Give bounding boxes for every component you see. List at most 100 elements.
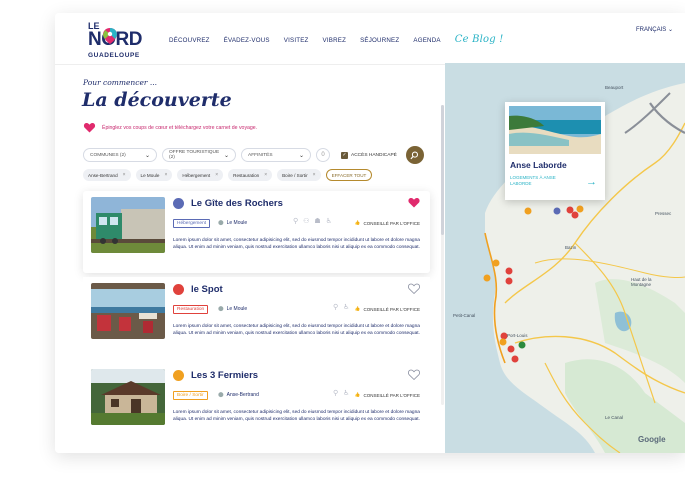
offre-label: OFFRE TOURISTIQUE (2)	[169, 150, 220, 160]
recommended-badge: 👍 CONSEILLÉ PAR L'OFFICE	[355, 392, 420, 398]
tag-restauration[interactable]: Restauration ×	[228, 169, 273, 181]
listing-location: ⬤ Anse-Bertrand	[218, 392, 259, 398]
close-icon[interactable]: ×	[164, 172, 167, 178]
favorite-heart-icon[interactable]	[408, 197, 420, 208]
tag-label: Le Moule	[140, 172, 160, 178]
popup-link[interactable]: LOGEMENTS À ANSE LABORDE	[510, 175, 570, 187]
main-nav: DÉCOUVREZ ÉVADEZ-VOUS VISITEZ VIBREZ SÉJ…	[169, 34, 517, 45]
logo-region: GUADELOUPE	[88, 52, 140, 59]
search-button[interactable]	[405, 146, 424, 164]
listing-photo	[91, 283, 165, 339]
results-scrollbar[interactable]	[441, 105, 444, 405]
favorite-heart-icon[interactable]	[408, 283, 420, 294]
tag-anse-bertrand[interactable]: Anse-Bertrand ×	[83, 169, 131, 181]
close-icon[interactable]: ×	[215, 172, 218, 178]
listing-town: Le Moule	[226, 306, 248, 312]
wheelchair-icon: ♿	[343, 390, 350, 397]
nav-visitez[interactable]: VISITEZ	[284, 37, 309, 45]
communes-label: COMMUNES (2)	[90, 152, 126, 158]
language-selector[interactable]: FRANÇAIS ⌄	[636, 26, 673, 33]
check-icon: ✓	[341, 151, 348, 159]
nav-decouvrez[interactable]: DÉCOUVREZ	[169, 37, 210, 45]
listing-title[interactable]: Les 3 Fermiers	[191, 370, 258, 381]
wheelchair-icon: ♿	[343, 304, 350, 311]
scrollbar-thumb[interactable]	[441, 105, 444, 235]
listing-card[interactable]: le Spot Restauration ⬤ Le Moule ⚲ ♿ 👍 CONSE…	[83, 277, 430, 359]
map-label: Le Canal	[605, 415, 624, 420]
listing-title[interactable]: Le Gîte des Rochers	[191, 198, 283, 209]
nav-evadez-vous[interactable]: ÉVADEZ-VOUS	[224, 37, 270, 45]
page-title: La découverte	[82, 89, 232, 111]
map-pin-logo-icon	[103, 28, 117, 44]
map-label: Bazin	[565, 245, 577, 250]
chevron-down-icon: ⌄	[667, 27, 673, 33]
bar-category-icon	[173, 370, 184, 381]
extra-filter-button[interactable]: 0	[316, 148, 330, 162]
train-photo	[91, 197, 165, 253]
tag-label: Anse-Bertrand	[88, 172, 118, 178]
amenities: ⚲ ♿	[333, 389, 349, 397]
close-icon[interactable]: ×	[313, 172, 316, 178]
recommended-badge: 👍 CONSEILLÉ PAR L'OFFICE	[355, 220, 420, 226]
nav-agenda[interactable]: AGENDA	[413, 37, 440, 45]
popup-photo	[509, 106, 601, 154]
affinites-select[interactable]: AFFINITÉS ⌄	[241, 148, 311, 162]
category-badge: Hébergement	[173, 219, 211, 228]
pets-icon: ☗	[314, 218, 321, 225]
arrow-right-icon[interactable]: →	[586, 176, 597, 188]
kicker: Pour commencer ...	[83, 78, 158, 87]
map-popup[interactable]: Anse Laborde LOGEMENTS À ANSE LABORDE →	[505, 102, 605, 200]
recommended-label: CONSEILLÉ PAR L'OFFICE	[363, 392, 420, 398]
listing-photo	[91, 197, 165, 253]
offre-touristique-select[interactable]: OFFRE TOURISTIQUE (2) ⌄	[162, 148, 236, 162]
listing-title[interactable]: le Spot	[191, 284, 223, 295]
thumbs-up-icon: 👍	[354, 306, 361, 311]
tag-label: Restauration	[233, 172, 260, 178]
communes-select[interactable]: COMMUNES (2) ⌄	[83, 148, 157, 162]
thumbs-up-icon: 👍	[354, 220, 361, 225]
heart-icon[interactable]	[83, 122, 96, 133]
map-view[interactable]: Beauport Pressec Haut de la Montagne Por…	[445, 63, 685, 453]
search-icon	[410, 151, 419, 159]
location-pin-icon: ⬤	[218, 306, 224, 312]
recommended-label: CONSEILLÉ PAR L'OFFICE	[363, 220, 420, 226]
active-tags: Anse-Bertrand × Le Moule × Hébergement × Re…	[83, 169, 373, 181]
listing-card[interactable]: Les 3 Fermiers Boire / Sortir ⬤ Anse-Bert…	[83, 363, 430, 445]
chevron-down-icon: ⌄	[223, 152, 229, 159]
nav-sejournez[interactable]: SÉJOURNEZ	[360, 37, 399, 45]
map-label: Port-Louis	[507, 333, 528, 338]
beach-photo	[509, 106, 601, 154]
app-frame: LE NORD GUADELOUPE DÉCOUVREZ ÉVADEZ-VOUS…	[55, 13, 685, 453]
close-icon[interactable]: ×	[123, 172, 126, 178]
chevron-down-icon: ⌄	[144, 152, 150, 159]
map-label: Pressec	[655, 211, 672, 216]
favorite-heart-icon[interactable]	[408, 369, 420, 380]
site-logo[interactable]: LE NORD GUADELOUPE	[88, 21, 148, 59]
location-pin-icon: ⬤	[218, 392, 224, 398]
results-panel: Pour commencer ... La découverte Épingle…	[55, 65, 445, 453]
close-icon[interactable]: ×	[264, 172, 267, 178]
handicap-checkbox[interactable]: ✓ ACCÈS HANDICAPÉ	[341, 151, 397, 159]
handicap-label: ACCÈS HANDICAPÉ	[351, 152, 397, 158]
listing-card[interactable]: Le Gîte des Rochers Hébergement ⬤ Le Moul…	[83, 191, 430, 273]
hebergement-category-icon	[173, 198, 184, 209]
nav-vibrez[interactable]: VIBREZ	[323, 37, 347, 45]
category-badge: Restauration	[173, 305, 209, 314]
map-label: Beauport	[605, 85, 624, 90]
listing-photo	[91, 369, 165, 425]
clear-all-button[interactable]: EFFACER TOUT	[325, 169, 373, 181]
nav-blog[interactable]: Ce Blog !	[455, 34, 504, 45]
listing-description: Lorem ipsum dolor sit amet, consectetur …	[173, 238, 420, 250]
affinites-label: AFFINITÉS	[248, 152, 273, 158]
listing-location: ⬤ Le Moule	[218, 306, 247, 312]
tag-hebergement[interactable]: Hébergement ×	[177, 169, 224, 181]
tag-label: Boire / Sortir	[282, 172, 308, 178]
filter-bar: COMMUNES (2) ⌄ OFFRE TOURISTIQUE (2) ⌄ AFF…	[83, 146, 424, 164]
category-badge: Boire / Sortir	[173, 391, 208, 400]
family-icon: ⚲	[333, 304, 339, 311]
tag-le-moule[interactable]: Le Moule ×	[135, 169, 173, 181]
group-icon: ⚇	[303, 218, 310, 225]
family-icon: ⚲	[293, 218, 299, 225]
family-icon: ⚲	[333, 390, 339, 397]
tag-boire-sortir[interactable]: Boire / Sortir ×	[277, 169, 321, 181]
